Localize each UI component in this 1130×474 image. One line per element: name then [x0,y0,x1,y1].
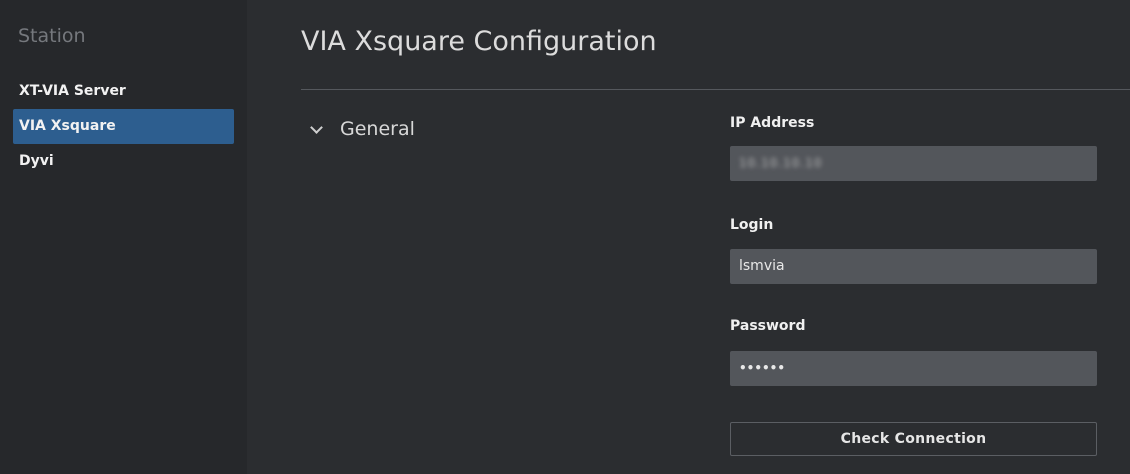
page-title: VIA Xsquare Configuration [301,26,657,57]
chevron-down-icon[interactable] [310,120,323,134]
check-connection-button[interactable]: Check Connection [730,422,1097,456]
login-field[interactable]: lsmvia [730,249,1097,284]
login-label: Login [730,217,774,233]
section-header-general[interactable]: General [310,118,415,140]
ip-address-label: IP Address [730,115,815,131]
ip-address-value: 10.10.10.10 [739,156,823,170]
password-value: •••••• [739,361,786,375]
divider [301,89,1130,90]
sidebar-title: Station [18,25,86,47]
sidebar-item-via-xsquare[interactable]: VIA Xsquare [13,109,234,144]
app-window: Station XT-VIA Server VIA Xsquare Dyvi V… [0,0,1130,474]
login-value: lsmvia [739,258,785,274]
sidebar-item-dyvi[interactable]: Dyvi [13,144,234,179]
sidebar: Station XT-VIA Server VIA Xsquare Dyvi [0,0,247,474]
sidebar-item-xt-via-server[interactable]: XT-VIA Server [13,74,234,109]
password-label: Password [730,318,806,334]
ip-address-field[interactable]: 10.10.10.10 [730,146,1097,181]
sidebar-list: XT-VIA Server VIA Xsquare Dyvi [13,74,234,179]
password-field[interactable]: •••••• [730,351,1097,386]
section-label: General [340,118,415,140]
